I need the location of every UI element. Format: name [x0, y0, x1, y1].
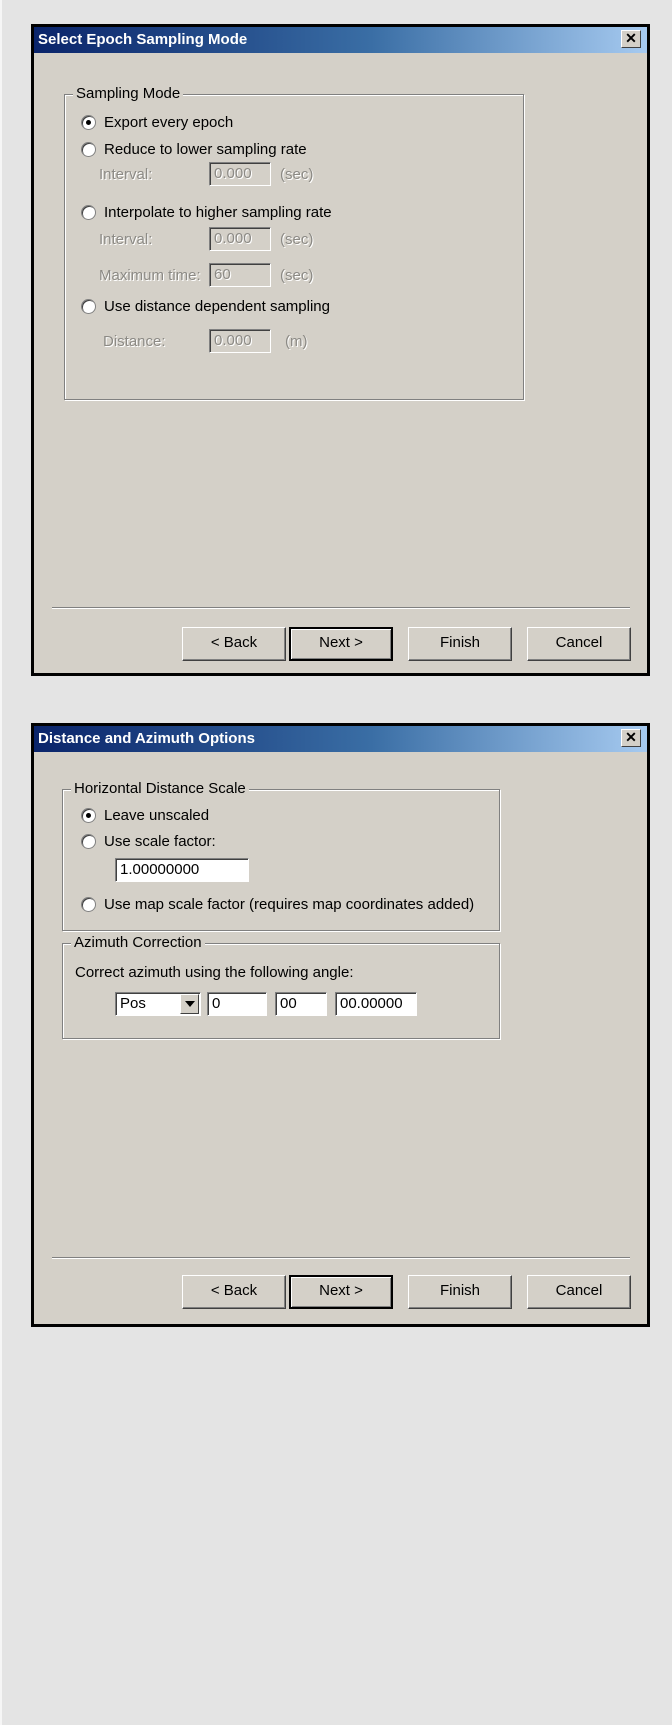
dialog-titlebar: Distance and Azimuth Options ✕: [34, 726, 647, 752]
distance-input[interactable]: 0.000: [209, 329, 271, 353]
radio-label: Use scale factor:: [104, 832, 216, 850]
interp-interval-input[interactable]: 0.000: [209, 227, 271, 251]
interp-interval-label: Interval:: [99, 231, 153, 248]
page-edge: [0, 0, 2, 1725]
next-button[interactable]: Next >: [289, 627, 393, 661]
dialog-title: Distance and Azimuth Options: [38, 730, 255, 747]
radio-label: Interpolate to higher sampling rate: [104, 203, 332, 221]
azimuth-seconds-input[interactable]: 00.00000: [335, 992, 417, 1016]
cancel-button[interactable]: Cancel: [527, 1275, 631, 1309]
radio-export-every-epoch[interactable]: Export every epoch: [81, 112, 233, 132]
chevron-down-icon[interactable]: [180, 994, 199, 1014]
radio-label: Export every epoch: [104, 113, 234, 131]
horizontal-distance-scale-group: Horizontal Distance Scale Leave unscaled…: [62, 780, 500, 931]
sampling-mode-group: Sampling Mode Export every epoch Reduce …: [64, 85, 524, 400]
interp-max-time-label: Maximum time:: [99, 267, 201, 284]
reduce-interval-input[interactable]: 0.000: [209, 162, 271, 186]
close-icon[interactable]: ✕: [621, 30, 641, 48]
cancel-button[interactable]: Cancel: [527, 627, 631, 661]
next-button[interactable]: Next >: [289, 1275, 393, 1309]
back-button[interactable]: < Back: [182, 627, 286, 661]
interp-max-time-unit: (sec): [280, 267, 314, 284]
radio-reduce-sampling[interactable]: Reduce to lower sampling rate: [81, 139, 307, 159]
azimuth-degrees-input[interactable]: 0: [207, 992, 267, 1016]
radio-label: Use distance dependent sampling: [104, 297, 330, 315]
group-legend: Horizontal Distance Scale: [71, 780, 249, 798]
azimuth-sign-select[interactable]: Pos: [115, 992, 201, 1016]
radio-checked-icon[interactable]: [81, 114, 96, 130]
dialog-title: Select Epoch Sampling Mode: [38, 31, 248, 48]
radio-interpolate-sampling[interactable]: Interpolate to higher sampling rate: [81, 202, 332, 222]
radio-unchecked-icon[interactable]: [81, 896, 96, 912]
finish-button[interactable]: Finish: [408, 1275, 512, 1309]
finish-button[interactable]: Finish: [408, 627, 512, 661]
radio-unchecked-icon[interactable]: [81, 141, 96, 157]
back-button[interactable]: < Back: [182, 1275, 286, 1309]
select-value: Pos: [120, 995, 146, 1012]
azimuth-correction-group: Azimuth Correction Correct azimuth using…: [62, 934, 500, 1039]
radio-map-scale-factor[interactable]: Use map scale factor (requires map coord…: [81, 894, 474, 914]
radio-distance-sampling[interactable]: Use distance dependent sampling: [81, 296, 330, 316]
reduce-interval-unit: (sec): [280, 166, 314, 183]
interp-max-time-input[interactable]: 60: [209, 263, 271, 287]
distance-azimuth-dialog: Distance and Azimuth Options ✕ Horizonta…: [31, 723, 650, 1327]
group-legend: Sampling Mode: [73, 85, 184, 103]
radio-unchecked-icon[interactable]: [81, 298, 96, 314]
close-icon[interactable]: ✕: [621, 729, 641, 747]
azimuth-minutes-input[interactable]: 00: [275, 992, 327, 1016]
radio-label: Use map scale factor (requires map coord…: [104, 895, 475, 913]
radio-label: Reduce to lower sampling rate: [104, 140, 307, 158]
epoch-sampling-dialog: Select Epoch Sampling Mode ✕ Sampling Mo…: [31, 24, 650, 676]
reduce-interval-label: Interval:: [99, 166, 153, 183]
button-separator: [52, 607, 630, 609]
radio-checked-icon[interactable]: [81, 807, 96, 823]
radio-unchecked-icon[interactable]: [81, 204, 96, 220]
radio-use-scale-factor[interactable]: Use scale factor:: [81, 831, 216, 851]
azimuth-instruction: Correct azimuth using the following angl…: [75, 964, 354, 981]
distance-label: Distance:: [103, 333, 166, 350]
scale-factor-input[interactable]: 1.00000000: [115, 858, 249, 882]
button-separator: [52, 1257, 630, 1259]
distance-unit: (m): [285, 333, 308, 350]
dialog-titlebar: Select Epoch Sampling Mode ✕: [34, 27, 647, 53]
radio-unchecked-icon[interactable]: [81, 833, 96, 849]
radio-label: Leave unscaled: [104, 806, 210, 824]
group-legend: Azimuth Correction: [71, 934, 205, 952]
radio-leave-unscaled[interactable]: Leave unscaled: [81, 805, 209, 825]
interp-interval-unit: (sec): [280, 231, 314, 248]
